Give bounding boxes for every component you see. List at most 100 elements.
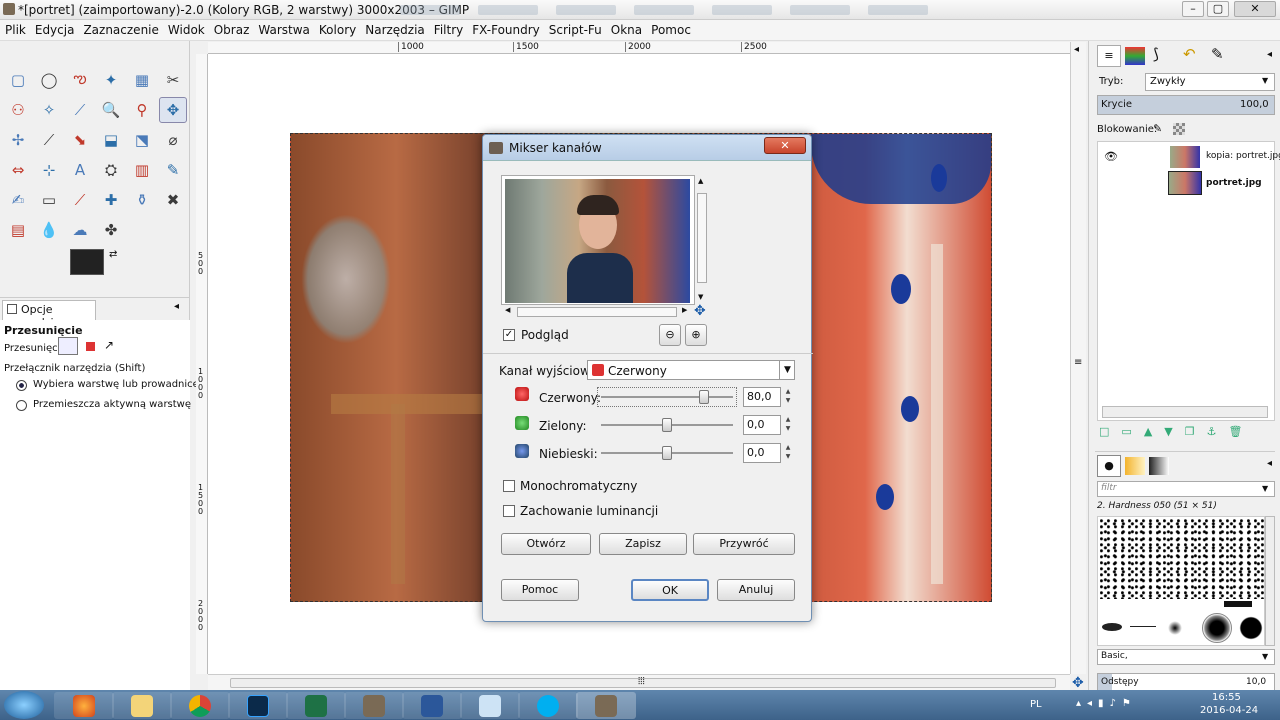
foreground-select-tool-icon[interactable]: ⚇ xyxy=(4,97,32,123)
airbrush-tool-icon[interactable]: ⟋ xyxy=(66,187,94,213)
zoom-in-icon[interactable]: ⊕ xyxy=(685,324,707,346)
menu-4[interactable]: Obraz xyxy=(209,20,254,37)
output-channel-select[interactable]: Czerwony ▼ xyxy=(587,360,795,380)
scroll-right-icon[interactable]: ▶ xyxy=(682,306,687,314)
scroll-down-icon[interactable]: ▼ xyxy=(698,293,703,301)
green-spin-arrows[interactable]: ▲ ▼ xyxy=(783,415,793,435)
layers-tab-icon[interactable]: ≡ xyxy=(1097,45,1121,67)
ellipse-select-tool-icon[interactable]: ◯ xyxy=(35,67,63,93)
firefox-task[interactable] xyxy=(54,692,114,719)
explorer-task[interactable] xyxy=(112,692,172,719)
fuzzy-select-tool-icon[interactable]: ✦ xyxy=(97,67,125,93)
ok-button[interactable]: OK xyxy=(631,579,709,601)
close-button[interactable]: ✕ xyxy=(1234,1,1276,17)
menu-3[interactable]: Widok xyxy=(163,20,209,37)
dialog-close-button[interactable]: ✕ xyxy=(764,137,806,154)
menu-1[interactable]: Edycja xyxy=(30,20,79,37)
preview-vscroll[interactable]: ▲ ▼ xyxy=(695,175,709,305)
delete-layer-icon[interactable]: 🗑 xyxy=(1229,425,1255,438)
save-button[interactable]: Zapisz xyxy=(599,533,687,555)
move-navigate-icon[interactable]: ✥ xyxy=(1072,675,1084,691)
scroll-up-icon[interactable]: ▲ xyxy=(698,177,703,185)
tab-tool-options[interactable]: Opcje narzędzia xyxy=(2,300,96,329)
cancel-button[interactable]: Anuluj xyxy=(717,579,795,601)
lower-layer-icon[interactable]: ▼ xyxy=(1164,425,1184,438)
gimp-active-task[interactable] xyxy=(576,692,636,719)
tray-icons[interactable]: ▴◂▮♪⚑ xyxy=(1076,698,1137,709)
zoom-out-icon[interactable]: ⊖ xyxy=(659,324,681,346)
chevron-down-icon[interactable]: ▼ xyxy=(779,361,795,379)
blue-slider-knob[interactable] xyxy=(662,446,672,460)
open-button[interactable]: Otwórz xyxy=(501,533,591,555)
undo-tab-icon[interactable]: ↶ xyxy=(1183,45,1196,63)
notepad-task[interactable] xyxy=(460,692,520,719)
preview-hscroll[interactable]: ◀ ▶ xyxy=(501,305,695,319)
paintbrush-tool-icon[interactable]: ✍ xyxy=(4,187,32,213)
preview-checkbox[interactable]: ✓ xyxy=(503,329,515,341)
free-select-tool-icon[interactable]: ఌ xyxy=(66,67,94,93)
canvas-vscrollbar[interactable]: ◂ ≡ xyxy=(1070,42,1086,674)
shear-tool-icon[interactable]: ⬔ xyxy=(128,127,156,153)
brush-splatter[interactable] xyxy=(1100,519,1264,599)
excel-task[interactable] xyxy=(286,692,346,719)
monochrome-checkbox[interactable] xyxy=(503,480,515,492)
red-spin-arrows[interactable]: ▲ ▼ xyxy=(783,387,793,407)
zoom-tool-icon[interactable]: 🔍 xyxy=(97,97,125,123)
green-value-input[interactable]: 0,0 xyxy=(743,415,781,435)
dodge-tool-icon[interactable]: ✤ xyxy=(97,217,125,243)
move-path-icon[interactable]: ↗ xyxy=(104,338,114,352)
brush-soft[interactable] xyxy=(1168,621,1182,635)
new-layer-icon[interactable]: □ xyxy=(1099,425,1121,438)
layer-row[interactable]: portret.jpg xyxy=(1098,171,1274,195)
heal-tool-icon[interactable]: ✖ xyxy=(159,187,187,213)
menu-0[interactable]: Plik xyxy=(0,20,30,37)
help-button[interactable]: Pomoc xyxy=(501,579,579,601)
menu-5[interactable]: Warstwa xyxy=(253,20,314,37)
foreground-color[interactable] xyxy=(70,249,104,275)
brush-hard[interactable] xyxy=(1238,615,1264,641)
eye-icon[interactable]: 👁 xyxy=(1104,150,1118,163)
opacity-slider[interactable]: Krycie 100,0 xyxy=(1097,95,1275,115)
language-indicator[interactable]: PL xyxy=(1030,699,1042,710)
channels-tab-icon[interactable] xyxy=(1125,47,1145,65)
photoshop-task[interactable] xyxy=(228,692,288,719)
scissors-tool-icon[interactable]: ✂ xyxy=(159,67,187,93)
blue-slider[interactable] xyxy=(601,446,733,460)
eraser-tool-icon[interactable]: ▭ xyxy=(35,187,63,213)
maximize-button[interactable]: ▢ xyxy=(1207,1,1229,17)
canvas-hscrollbar[interactable]: ⦙⦙⦙ xyxy=(208,674,1070,690)
skype-task[interactable] xyxy=(518,692,578,719)
menu-8[interactable]: Filtry xyxy=(429,20,467,37)
menu-10[interactable]: Script-Fu xyxy=(544,20,606,37)
red-slider[interactable] xyxy=(601,390,733,404)
chrome-task[interactable] xyxy=(170,692,230,719)
brushes-tab-icon[interactable]: ● xyxy=(1097,455,1121,477)
chevron-down-icon[interactable]: ▼ xyxy=(1262,484,1268,493)
radio-pick-layer[interactable] xyxy=(16,380,27,391)
preview-navigate-icon[interactable]: ✥ xyxy=(694,303,706,319)
blur-tool-icon[interactable]: 💧 xyxy=(35,217,63,243)
scale-tool-icon[interactable]: ⬓ xyxy=(97,127,125,153)
word-task[interactable] xyxy=(402,692,462,719)
color-select-tool-icon[interactable]: ▦ xyxy=(128,67,156,93)
navigate-icon[interactable]: ◂ xyxy=(1074,44,1079,55)
paths-tool-icon[interactable]: ✧ xyxy=(35,97,63,123)
spacing-slider[interactable]: Odstępy 10,0 xyxy=(1097,673,1275,691)
brush-tag-input[interactable]: Basic, ▼ xyxy=(1097,649,1275,665)
perspective-clone-tool-icon[interactable]: ▤ xyxy=(4,217,32,243)
mode-select[interactable]: Zwykły ▼ xyxy=(1145,73,1275,91)
bucket-tool-icon[interactable]: ⛭ xyxy=(97,157,125,183)
panel-menu-icon[interactable]: ◂ xyxy=(1267,49,1272,60)
scroll-left-icon[interactable]: ◀ xyxy=(505,306,510,314)
color-picker-tool-icon[interactable]: ⟋ xyxy=(66,97,94,123)
measure-tool-icon[interactable]: ⚲ xyxy=(128,97,156,123)
brush-vscroll[interactable] xyxy=(1265,516,1275,646)
brush-ellipse[interactable] xyxy=(1102,623,1122,631)
brush-selected[interactable] xyxy=(1202,613,1232,643)
brush-filter-input[interactable]: filtr ▼ xyxy=(1097,481,1275,497)
menu-2[interactable]: Zaznaczenie xyxy=(78,20,162,37)
lock-alpha-icon[interactable] xyxy=(1173,123,1185,135)
layers-hscroll[interactable] xyxy=(1102,406,1268,418)
green-slider[interactable] xyxy=(601,418,733,432)
text-tool-icon[interactable]: A xyxy=(66,157,94,183)
